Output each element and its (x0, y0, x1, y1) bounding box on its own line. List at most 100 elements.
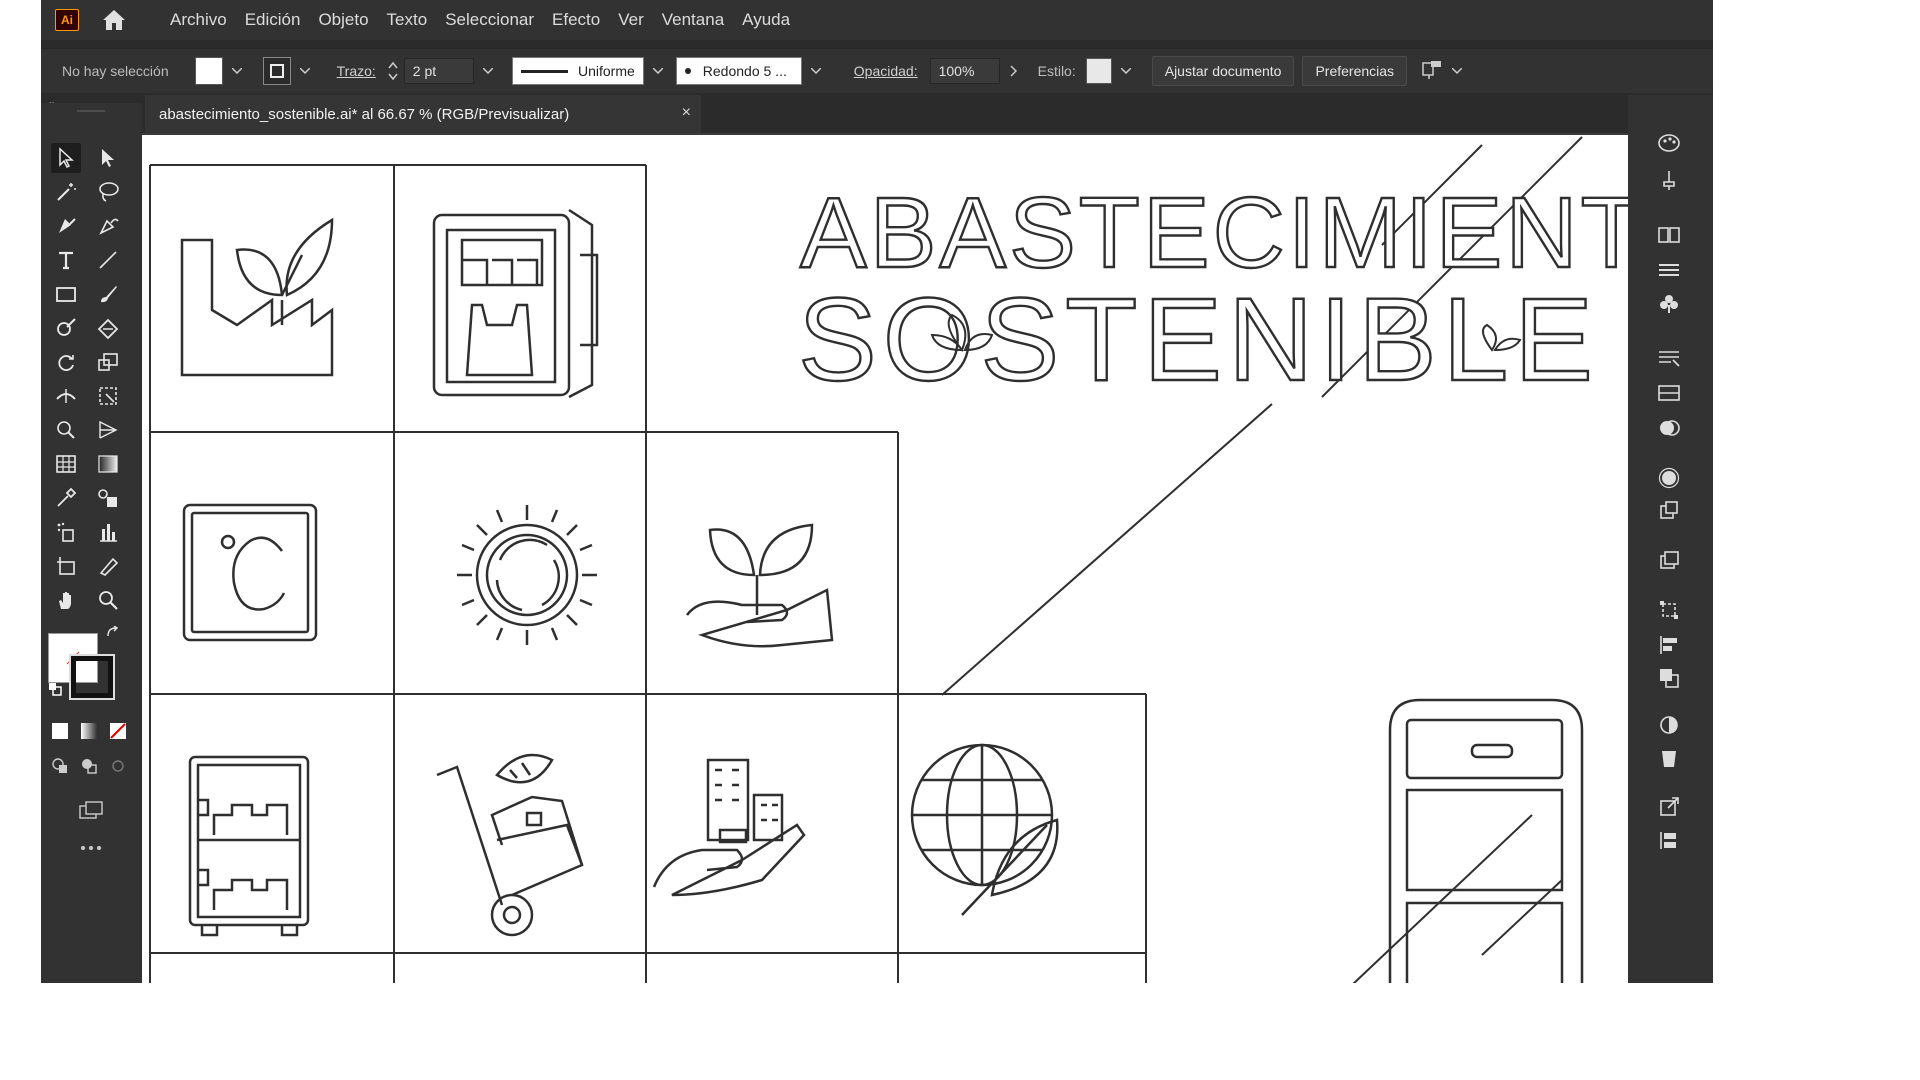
gradient-tool-icon[interactable] (93, 449, 123, 479)
screen-mode-icon[interactable] (76, 798, 106, 822)
blend-tool-icon[interactable] (93, 483, 123, 513)
chevron-down-icon[interactable] (650, 63, 666, 79)
title-line1: ABASTECIMIENTO (800, 177, 1628, 289)
stroke-swatch[interactable] (262, 57, 291, 85)
export-icon[interactable] (1654, 792, 1684, 822)
tools-panel (41, 103, 142, 983)
line-tool-icon[interactable] (93, 245, 123, 275)
menu-bar: Ai Archivo Edición Objeto Texto Seleccio… (41, 0, 1713, 40)
menu-ventana[interactable]: Ventana (653, 10, 733, 30)
rectangle-tool-icon[interactable] (51, 279, 81, 309)
brush-definition[interactable]: Redondo 5 ... (675, 57, 802, 85)
document-tab-bar: » « abastecimiento_sostenible.ai* al 66.… (41, 95, 1713, 133)
stroke-panel-icon[interactable] (1654, 343, 1684, 373)
panel-dock (1628, 95, 1713, 983)
illustrator-window: Ai Archivo Edición Objeto Texto Seleccio… (41, 0, 1713, 983)
default-colors-icon[interactable] (45, 679, 65, 699)
properties-icon[interactable] (1654, 255, 1684, 285)
stroke-color-box[interactable] (69, 654, 115, 700)
chevron-down-icon[interactable] (480, 63, 496, 79)
menu-seleccionar[interactable]: Seleccionar (436, 10, 543, 30)
opacity-input[interactable]: 100% (929, 58, 1000, 84)
menu-objeto[interactable]: Objeto (309, 10, 377, 30)
style-swatch[interactable] (1085, 58, 1112, 84)
pathfinder-icon[interactable] (1654, 663, 1684, 693)
free-transform-tool-icon[interactable] (93, 381, 123, 411)
chevron-down-icon[interactable] (297, 63, 313, 79)
control-bar: No hay selección Trazo: 2 pt Uniforme Re… (41, 48, 1713, 93)
color-guide-icon[interactable] (1654, 710, 1684, 740)
chevron-down-icon[interactable] (1449, 63, 1465, 79)
swatches-icon[interactable] (1654, 743, 1684, 773)
layers-icon[interactable] (1654, 545, 1684, 575)
selection-tool-icon[interactable] (51, 143, 81, 173)
brushes-icon[interactable] (1654, 165, 1684, 195)
stroke-weight-input[interactable]: 2 pt (403, 58, 474, 84)
shape-builder-tool-icon[interactable] (51, 415, 81, 445)
menu-ver[interactable]: Ver (609, 10, 653, 30)
draw-inside-icon[interactable] (107, 755, 129, 777)
symbol-sprayer-tool-icon[interactable] (51, 517, 81, 547)
type-tool-icon[interactable] (51, 245, 81, 275)
artboards-icon[interactable] (1654, 825, 1684, 855)
artboard[interactable]: ABASTECIMIENTO SOSTENIBLE (142, 135, 1628, 983)
rotate-tool-icon[interactable] (51, 347, 81, 377)
appearance-icon[interactable] (1654, 463, 1684, 493)
draw-behind-icon[interactable] (78, 755, 100, 777)
preferences-button[interactable]: Preferencias (1302, 56, 1408, 86)
chevron-down-icon[interactable] (808, 63, 824, 79)
direct-selection-tool-icon[interactable] (93, 143, 123, 173)
menu-efecto[interactable]: Efecto (543, 10, 609, 30)
shaper-tool-icon[interactable] (51, 313, 81, 343)
gradient-mode-icon[interactable] (78, 720, 100, 742)
width-tool-icon[interactable] (51, 381, 81, 411)
magic-wand-tool-icon[interactable] (51, 177, 81, 207)
scale-tool-icon[interactable] (93, 347, 123, 377)
home-icon[interactable] (101, 7, 127, 33)
menu-texto[interactable]: Texto (378, 10, 437, 30)
fill-swatch[interactable] (194, 57, 223, 85)
mesh-tool-icon[interactable] (51, 449, 81, 479)
pen-tool-icon[interactable] (51, 211, 81, 241)
canvas-area[interactable]: ABASTECIMIENTO SOSTENIBLE (142, 133, 1628, 983)
transform-icon[interactable] (1654, 595, 1684, 625)
gradient-panel-icon[interactable] (1654, 378, 1684, 408)
libraries-icon[interactable] (1654, 220, 1684, 250)
perspective-grid-tool-icon[interactable] (93, 415, 123, 445)
menu-ayuda[interactable]: Ayuda (733, 10, 799, 30)
eyedropper-tool-icon[interactable] (51, 483, 81, 513)
draw-normal-icon[interactable] (49, 755, 71, 777)
stroke-spinner-icon[interactable] (386, 58, 400, 84)
curvature-tool-icon[interactable] (93, 211, 123, 241)
hand-tool-icon[interactable] (51, 585, 81, 615)
none-mode-icon[interactable] (107, 720, 129, 742)
menu-edicion[interactable]: Edición (236, 10, 310, 30)
fit-document-button[interactable]: Ajustar documento (1151, 56, 1295, 86)
swap-colors-icon[interactable] (103, 623, 123, 643)
paintbrush-tool-icon[interactable] (93, 279, 123, 309)
tab-document[interactable]: abastecimiento_sostenible.ai* al 66.67 %… (145, 95, 701, 133)
transparency-icon[interactable] (1654, 413, 1684, 443)
graphic-styles-icon[interactable] (1654, 495, 1684, 525)
color-palette-icon[interactable] (1654, 128, 1684, 158)
chevron-down-icon[interactable] (1118, 63, 1134, 79)
close-icon[interactable]: × (682, 104, 691, 122)
chevron-right-icon[interactable] (1006, 63, 1022, 79)
variable-width-profile[interactable]: Uniforme (511, 57, 644, 85)
profile-label: Uniforme (577, 63, 635, 79)
column-graph-tool-icon[interactable] (93, 517, 123, 547)
lasso-tool-icon[interactable] (93, 177, 123, 207)
symbols-icon[interactable] (1654, 289, 1684, 319)
artboard-tool-icon[interactable] (51, 551, 81, 581)
color-mode-icon[interactable] (49, 720, 71, 742)
stroke-label[interactable]: Trazo: (337, 63, 376, 79)
chevron-down-icon[interactable] (229, 63, 245, 79)
opacity-label[interactable]: Opacidad: (854, 63, 918, 79)
eraser-tool-icon[interactable] (93, 313, 123, 343)
menu-archivo[interactable]: Archivo (161, 10, 236, 30)
arrange-documents-icon[interactable] (1421, 60, 1443, 83)
align-icon[interactable] (1654, 630, 1684, 660)
slice-tool-icon[interactable] (93, 551, 123, 581)
zoom-tool-icon[interactable] (93, 585, 123, 615)
more-tools-icon[interactable] (76, 838, 106, 858)
